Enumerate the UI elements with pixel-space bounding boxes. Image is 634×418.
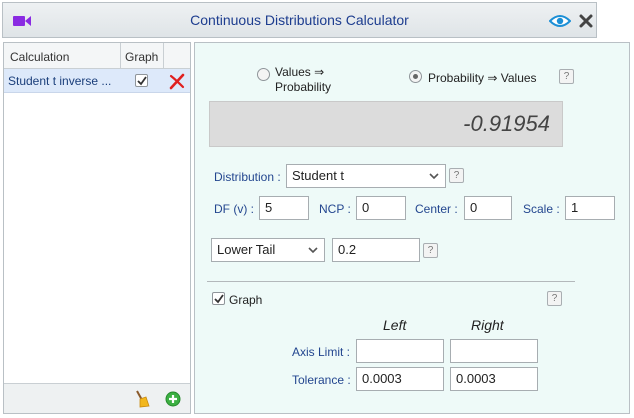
broom-icon[interactable] (132, 390, 150, 408)
probability-input[interactable]: 0.2 (332, 238, 420, 262)
df-input[interactable]: 5 (259, 196, 309, 220)
tolerance-left-input[interactable]: 0.0003 (356, 367, 444, 391)
distribution-select[interactable]: Student t (286, 164, 446, 188)
tail-select[interactable]: Lower Tail (211, 238, 325, 262)
close-icon[interactable] (578, 13, 594, 29)
tail-help-icon[interactable]: ? (423, 243, 438, 258)
graph-help-icon[interactable]: ? (547, 291, 562, 306)
tolerance-label: Tolerance : (292, 373, 351, 387)
calculation-label: Student t inverse ... (8, 74, 112, 88)
df-label: DF (v) : (214, 202, 254, 216)
ncp-input[interactable]: 0 (356, 196, 406, 220)
left-header: Left (383, 317, 407, 333)
title-bar: Continuous Distributions Calculator (2, 2, 597, 38)
scale-label: Scale : (523, 202, 560, 216)
mode-help-icon[interactable]: ? (559, 69, 574, 84)
add-icon[interactable] (165, 391, 181, 407)
list-item[interactable]: Student t inverse ... (4, 69, 190, 93)
delete-icon[interactable] (168, 72, 186, 90)
values-to-probability-radio[interactable] (257, 68, 270, 81)
axis-limit-right-input[interactable] (450, 339, 538, 363)
calculator-panel: Values ⇒ Probability Probability ⇒ Value… (194, 42, 630, 414)
column-header-graph: Graph (125, 50, 159, 64)
axis-limit-left-input[interactable] (356, 339, 444, 363)
ncp-label: NCP : (319, 202, 351, 216)
right-header: Right (471, 317, 504, 333)
graph-label: Graph (229, 293, 263, 307)
tolerance-right-input[interactable]: 0.0003 (450, 367, 538, 391)
scale-input[interactable]: 1 (565, 196, 615, 220)
probability-to-values-label: Probability ⇒ Values (428, 71, 537, 85)
eye-icon[interactable] (549, 14, 571, 28)
column-header-calculation: Calculation (10, 50, 70, 64)
graph-checkbox[interactable] (212, 292, 225, 305)
list-header: Calculation Graph (4, 43, 190, 69)
result-display: -0.91954 (209, 101, 563, 147)
axis-limit-label: Axis Limit : (292, 345, 351, 359)
center-input[interactable]: 0 (464, 196, 512, 220)
video-camera-icon (13, 16, 31, 26)
graph-checkbox[interactable] (135, 74, 148, 87)
window-title: Continuous Distributions Calculator (190, 12, 409, 28)
chevron-down-icon (308, 247, 318, 254)
list-footer (4, 383, 190, 413)
chevron-down-icon (429, 173, 439, 180)
values-to-probability-label-line2: Probability (275, 80, 332, 94)
divider (207, 281, 575, 282)
values-to-probability-label-line1: Values ⇒ (275, 65, 325, 79)
distribution-help-icon[interactable]: ? (449, 168, 464, 183)
result-value: -0.91954 (463, 111, 550, 136)
center-label: Center : (415, 202, 458, 216)
calculation-list-panel: Calculation Graph Student t inverse ... (3, 42, 191, 414)
probability-to-values-radio[interactable] (409, 70, 422, 83)
distribution-label: Distribution : (214, 170, 281, 184)
